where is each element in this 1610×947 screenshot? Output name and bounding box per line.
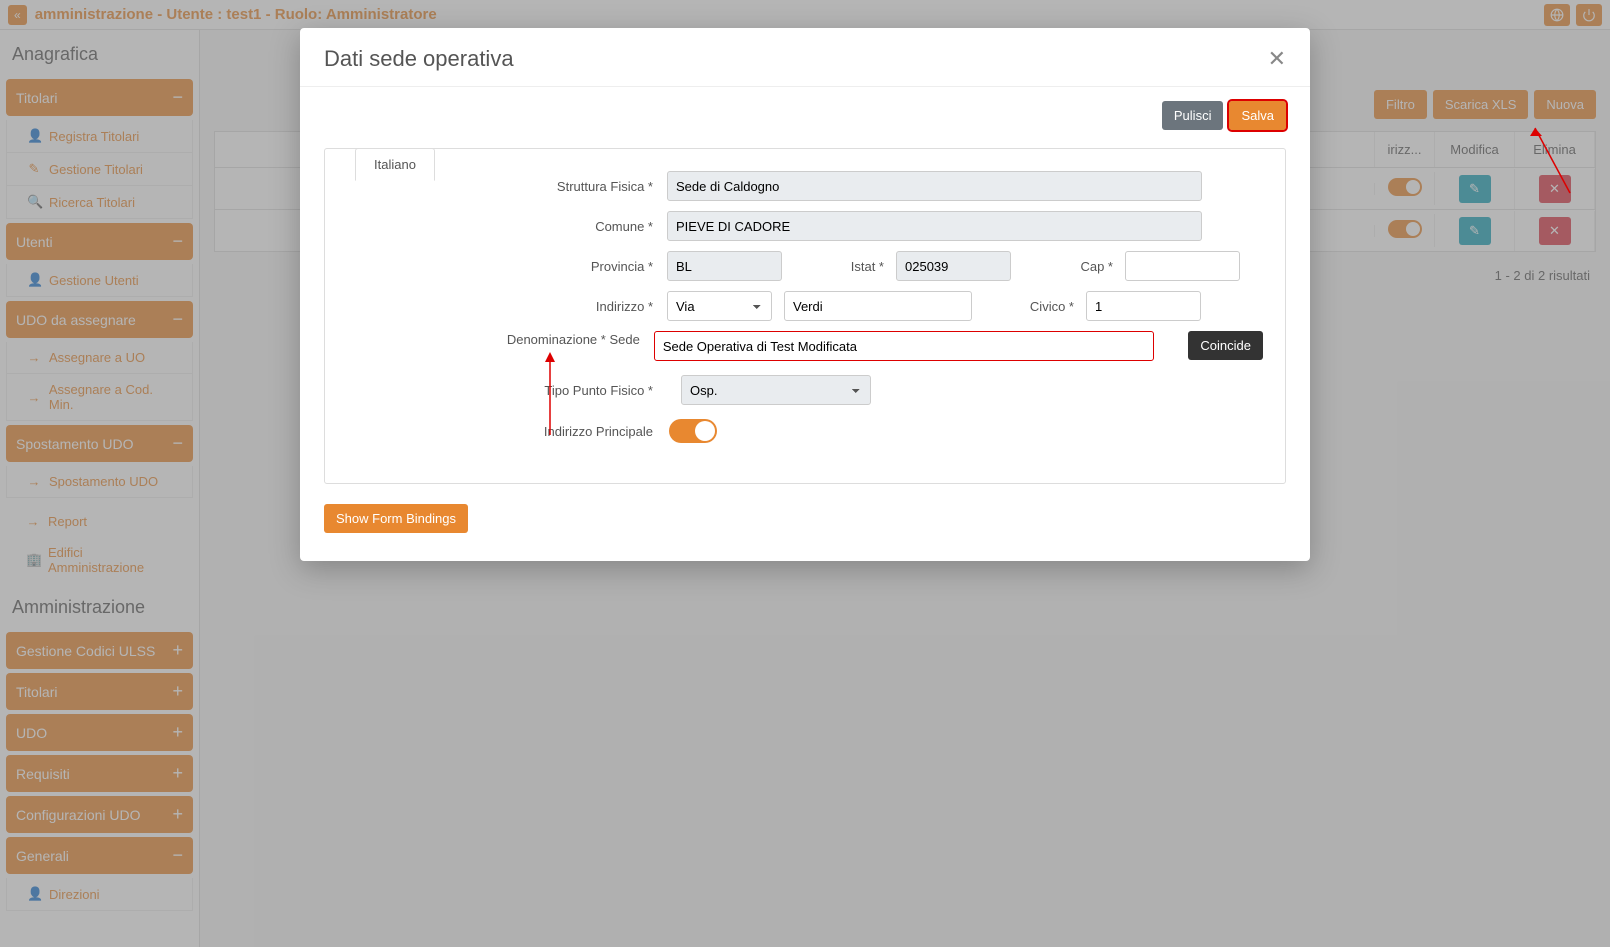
modal-overlay: Dati sede operativa ✕ Pulisci Salva Ital…	[0, 0, 1610, 947]
denominazione-field[interactable]	[654, 331, 1155, 361]
label-indirizzo-principale: Indirizzo Principale	[455, 424, 655, 439]
tab-italiano[interactable]: Italiano	[355, 148, 435, 181]
pulisci-button[interactable]: Pulisci	[1162, 101, 1224, 130]
label-struttura: Struttura Fisica *	[455, 179, 655, 194]
tipo-punto-select[interactable]: Osp.	[681, 375, 871, 405]
label-denominazione: Denominazione * Sede	[455, 331, 642, 349]
label-tipo-punto: Tipo Punto Fisico *	[455, 383, 655, 398]
label-indirizzo: Indirizzo *	[455, 299, 655, 314]
struttura-select[interactable]: Sede di Caldogno	[667, 171, 1202, 201]
modal-title: Dati sede operativa	[324, 46, 514, 72]
show-form-bindings-button[interactable]: Show Form Bindings	[324, 504, 468, 533]
provincia-field[interactable]	[667, 251, 782, 281]
via-select[interactable]: Via	[667, 291, 772, 321]
civico-field[interactable]	[1086, 291, 1201, 321]
label-cap: Cap *	[1023, 259, 1113, 274]
label-istat: Istat *	[794, 259, 884, 274]
label-comune: Comune *	[455, 219, 655, 234]
cap-field[interactable]	[1125, 251, 1240, 281]
label-provincia: Provincia *	[455, 259, 655, 274]
salva-button[interactable]: Salva	[1229, 101, 1286, 130]
label-civico: Civico *	[984, 299, 1074, 314]
modal-dati-sede: Dati sede operativa ✕ Pulisci Salva Ital…	[300, 28, 1310, 561]
comune-select[interactable]: PIEVE DI CADORE	[667, 211, 1202, 241]
istat-field[interactable]	[896, 251, 1011, 281]
annotation-arrow	[1520, 118, 1580, 198]
indirizzo-field[interactable]	[784, 291, 972, 321]
form-panel: Italiano Struttura Fisica * Sede di Cald…	[324, 148, 1286, 484]
close-icon[interactable]: ✕	[1268, 46, 1286, 72]
indirizzo-principale-toggle[interactable]	[669, 419, 717, 443]
coincide-button[interactable]: Coincide	[1188, 331, 1263, 360]
